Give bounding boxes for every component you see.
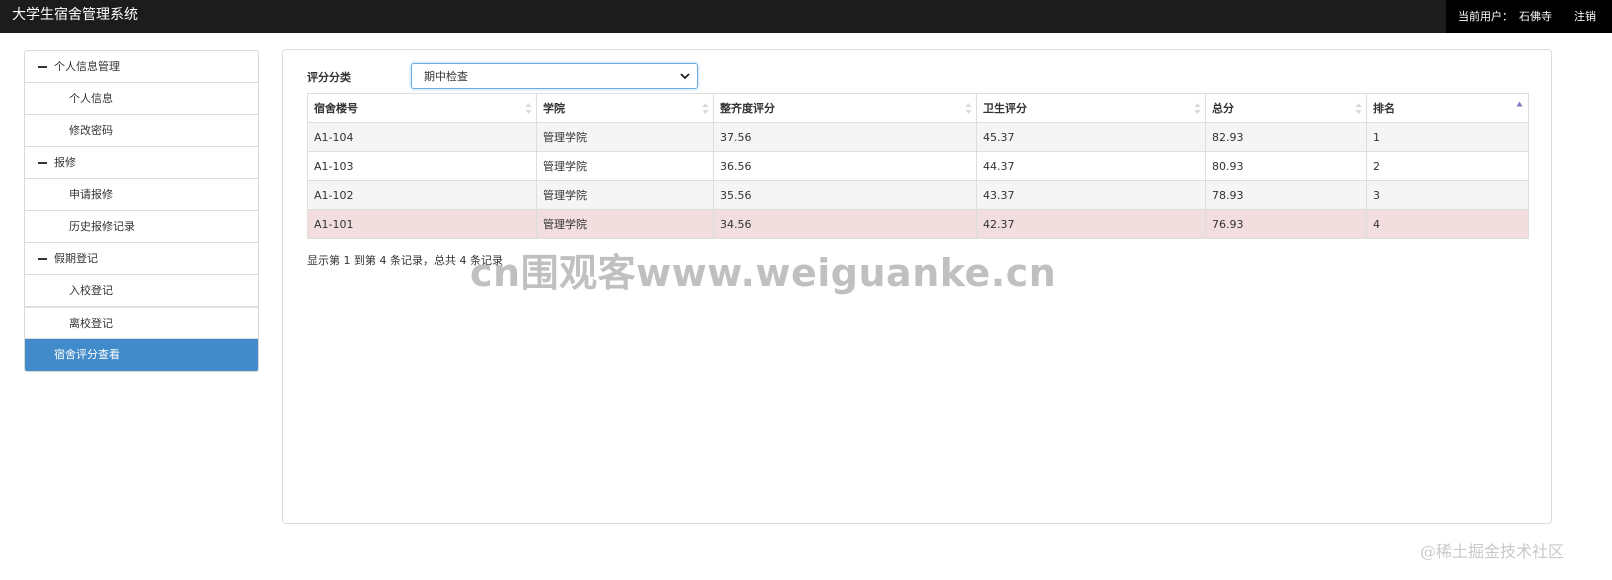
table-cell: 42.37 (976, 209, 1206, 239)
column-header-college[interactable]: 学院 (536, 93, 714, 123)
sidebar-item-leave-registration[interactable]: 离校登记 (25, 307, 258, 339)
minus-icon (38, 161, 47, 164)
main-panel: 评分分类 期中检查 宿舍楼号 学院 整齐度评分 卫生评分 总分 排名 A1-10… (282, 49, 1552, 524)
column-header-total-score[interactable]: 总分 (1205, 93, 1367, 123)
column-header-label: 宿舍楼号 (314, 102, 358, 115)
column-header-label: 整齐度评分 (720, 102, 775, 115)
table-cell: A1-103 (307, 151, 537, 181)
score-category-value: 期中检查 (424, 70, 468, 83)
sidebar-group-label: 个人信息管理 (54, 60, 120, 73)
sort-icon (965, 103, 972, 114)
chevron-down-icon (680, 73, 690, 80)
column-header-label: 卫生评分 (983, 102, 1027, 115)
current-user-name: 石佛寺 (1519, 9, 1552, 23)
sidebar-group-label: 假期登记 (54, 252, 98, 265)
table-cell: 35.56 (713, 180, 977, 210)
table-cell: 管理学院 (536, 180, 714, 210)
table-cell: 管理学院 (536, 209, 714, 239)
table-cell: 管理学院 (536, 122, 714, 152)
table-cell: 45.37 (976, 122, 1206, 152)
minus-icon (38, 257, 47, 260)
score-category-select[interactable]: 期中检查 (411, 63, 698, 89)
table-cell: A1-102 (307, 180, 537, 210)
table-cell: 2 (1366, 151, 1529, 181)
column-header-label: 总分 (1212, 102, 1234, 115)
table-cell: 34.56 (713, 209, 977, 239)
corner-watermark: @稀土掘金技术社区 (1419, 542, 1564, 561)
column-header-hygiene-score[interactable]: 卫生评分 (976, 93, 1206, 123)
current-user-label: 当前用户： (1458, 9, 1513, 23)
table-cell: 4 (1366, 209, 1529, 239)
sidebar-item-apply-repair[interactable]: 申请报修 (25, 179, 258, 211)
sort-icon (702, 103, 709, 114)
column-header-tidiness-score[interactable]: 整齐度评分 (713, 93, 977, 123)
table-cell: 78.93 (1205, 180, 1367, 210)
minus-icon (38, 65, 47, 68)
user-area: 当前用户： 石佛寺 注销 (1446, 0, 1612, 33)
sidebar-item-repair-history[interactable]: 历史报修记录 (25, 211, 258, 243)
table-cell: 43.37 (976, 180, 1206, 210)
sidebar-item-personal-info[interactable]: 个人信息 (25, 83, 258, 115)
sidebar-group-label: 报修 (54, 156, 76, 169)
table-cell: A1-101 (307, 209, 537, 239)
table-cell: 82.93 (1205, 122, 1367, 152)
column-header-label: 学院 (543, 102, 565, 115)
score-category-label: 评分分类 (307, 71, 351, 84)
table-cell: 3 (1366, 180, 1529, 210)
sidebar-item-dorm-score[interactable]: 宿舍评分查看 (25, 339, 258, 371)
table-cell: A1-104 (307, 122, 537, 152)
score-table: 宿舍楼号 学院 整齐度评分 卫生评分 总分 排名 A1-104 管理学院 37.… (307, 93, 1529, 239)
logout-link[interactable]: 注销 (1574, 2, 1596, 32)
table-row[interactable]: A1-103 管理学院 36.56 44.37 80.93 2 (307, 151, 1529, 181)
table-cell: 36.56 (713, 151, 977, 181)
sort-icon (525, 103, 532, 114)
table-cell: 80.93 (1205, 151, 1367, 181)
app-title: 大学生宿舍管理系统 (12, 7, 138, 23)
table-row-highlighted[interactable]: A1-101 管理学院 34.56 42.37 76.93 4 (307, 209, 1529, 239)
sidebar: 个人信息管理 个人信息 修改密码 报修 申请报修 历史报修记录 假期登记 入校登… (24, 50, 259, 372)
table-cell: 44.37 (976, 151, 1206, 181)
sidebar-group-holiday-registration[interactable]: 假期登记 (25, 243, 258, 275)
table-cell: 管理学院 (536, 151, 714, 181)
sidebar-group-repair[interactable]: 报修 (25, 147, 258, 179)
column-header-label: 排名 (1373, 102, 1395, 115)
top-navbar: 大学生宿舍管理系统 当前用户： 石佛寺 注销 (0, 0, 1612, 33)
table-row[interactable]: A1-104 管理学院 37.56 45.37 82.93 1 (307, 122, 1529, 152)
table-header-row: 宿舍楼号 学院 整齐度评分 卫生评分 总分 排名 (307, 93, 1529, 123)
table-cell: 37.56 (713, 122, 977, 152)
pagination-info: 显示第 1 到第 4 条记录，总共 4 条记录 (307, 254, 503, 267)
column-header-rank[interactable]: 排名 (1366, 93, 1529, 123)
table-cell: 1 (1366, 122, 1529, 152)
sort-ascending-icon (1516, 101, 1523, 107)
sort-icon (1355, 103, 1362, 114)
sort-icon (1194, 103, 1201, 114)
table-row[interactable]: A1-102 管理学院 35.56 43.37 78.93 3 (307, 180, 1529, 210)
sidebar-item-change-password[interactable]: 修改密码 (25, 115, 258, 147)
sidebar-item-return-registration[interactable]: 入校登记 (25, 275, 258, 307)
column-header-dorm-number[interactable]: 宿舍楼号 (307, 93, 537, 123)
table-cell: 76.93 (1205, 209, 1367, 239)
sidebar-group-personal-info[interactable]: 个人信息管理 (25, 51, 258, 83)
